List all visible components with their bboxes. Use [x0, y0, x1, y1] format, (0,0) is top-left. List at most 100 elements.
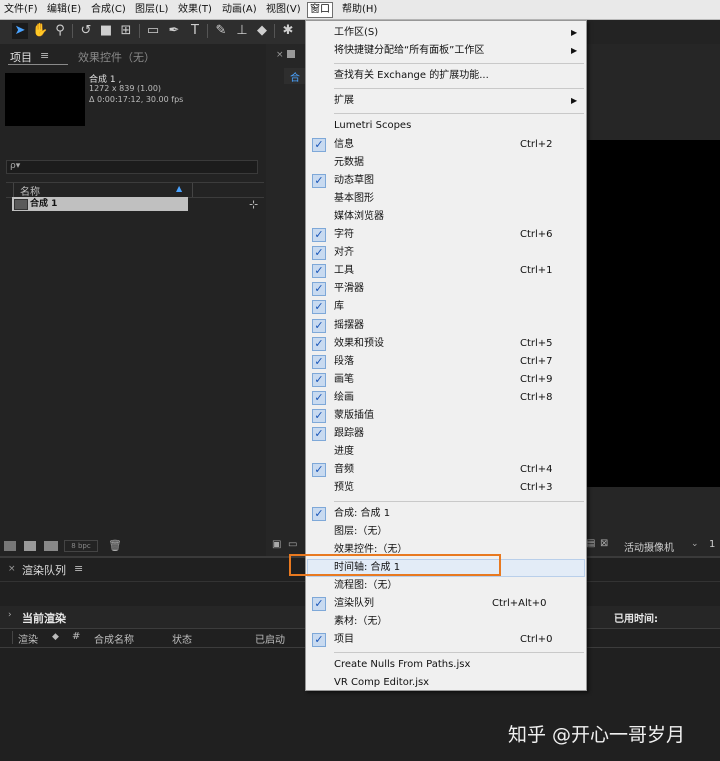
window-menu-item[interactable]: ✓ 对齐	[306, 244, 586, 262]
composition-canvas[interactable]	[584, 140, 720, 487]
window-menu-item-label: 段落	[334, 355, 354, 367]
window-menu-item[interactable]: ✓ 库	[306, 298, 586, 316]
camera-tool-icon[interactable]: ■	[98, 23, 114, 39]
view-count-select[interactable]: 1	[709, 539, 715, 550]
new-composition-icon[interactable]	[44, 541, 58, 551]
brush-tool-icon[interactable]: ✎	[213, 23, 229, 39]
chevron-right-icon[interactable]: ›	[8, 610, 12, 620]
window-menu-item[interactable]: ✓ 字符 Ctrl+6	[306, 226, 586, 244]
window-menu-item-label: 媒体浏览器	[334, 210, 384, 222]
window-menu-item[interactable]: ✓ 渲染队列 Ctrl+Alt+0	[306, 595, 586, 613]
menu-layer[interactable]: 图层(L)	[135, 3, 168, 17]
window-menu-item[interactable]: 流程图:（无）	[306, 577, 586, 595]
sort-ascending-icon[interactable]: ▲	[176, 184, 182, 193]
column-status[interactable]: 状态	[172, 631, 192, 646]
tools-toolbar: ⋮ ➤ ✋ ⚲ ↺ ■ ⊞ ▭ ✒ T ✎ ⊥ ◆ ✱	[0, 20, 310, 44]
panel-menu-icon[interactable]: ≡	[40, 49, 49, 62]
menu-view[interactable]: 视图(V)	[266, 3, 301, 17]
menu-effect[interactable]: 效果(T)	[178, 3, 212, 17]
pan-behind-tool-icon[interactable]: ⊞	[118, 23, 134, 39]
window-menu-item[interactable]: 素材:（无）	[306, 613, 586, 631]
project-item-row[interactable]: 合成 1	[12, 197, 188, 211]
window-menu-item[interactable]: ✓ 段落 Ctrl+7	[306, 353, 586, 371]
window-menu-item-label: 合成: 合成 1	[334, 507, 391, 519]
window-menu-item[interactable]: 基本图形	[306, 190, 586, 208]
menu-help[interactable]: 帮助(H)	[342, 3, 377, 17]
column-comp-name[interactable]: 合成名称	[94, 631, 134, 646]
show-channel-icon[interactable]: ▭	[288, 539, 297, 550]
window-menu-item[interactable]: VR Comp Editor.jsx	[306, 674, 586, 692]
check-icon: ✓	[312, 228, 326, 242]
window-menu-item[interactable]: ✓ 平滑器	[306, 280, 586, 298]
tab-project[interactable]: 项目	[10, 49, 32, 65]
window-menu-item[interactable]: Lumetri Scopes	[306, 117, 586, 135]
window-menu-item[interactable]: 工作区(S) ▶	[306, 24, 586, 42]
lock-icon[interactable]	[287, 50, 295, 58]
text-tool-icon[interactable]: T	[187, 23, 203, 39]
tab-composition[interactable]: 合	[284, 68, 306, 84]
window-menu-item-label: 平滑器	[334, 283, 364, 295]
window-menu-item[interactable]: 将快捷键分配给“所有面板”工作区 ▶	[306, 42, 586, 60]
rotate-tool-icon[interactable]: ↺	[78, 23, 94, 39]
window-menu-item[interactable]: ✓ 音频 Ctrl+4	[306, 461, 586, 479]
close-icon[interactable]: ×	[276, 50, 284, 60]
flowchart-icon[interactable]: ⊹	[249, 198, 258, 211]
window-menu-item[interactable]: Create Nulls From Paths.jsx	[306, 656, 586, 674]
grid-icon[interactable]: ▤	[586, 538, 595, 549]
window-menu-item[interactable]: ✓ 合成: 合成 1	[306, 505, 586, 523]
window-menu-item[interactable]: 媒体浏览器	[306, 208, 586, 226]
window-menu-item[interactable]: ✓ 动态草图	[306, 172, 586, 190]
check-icon: ✓	[312, 390, 326, 405]
tab-effect-controls[interactable]: 效果控件（无）	[78, 49, 155, 65]
window-menu-item[interactable]: ✓ 画笔 Ctrl+9	[306, 371, 586, 389]
window-menu-item[interactable]: 查找有关 Exchange 的扩展功能...	[306, 67, 586, 85]
window-menu-item[interactable]: ✓ 信息 Ctrl+2	[306, 136, 586, 154]
interpret-footage-icon[interactable]	[4, 541, 16, 551]
shortcut-label: Ctrl+4	[520, 464, 553, 476]
menu-window[interactable]: 窗口	[307, 2, 333, 18]
tab-render-queue[interactable]: 渲染队列	[22, 562, 66, 578]
snapshot-icon[interactable]: ▣	[272, 539, 281, 550]
window-menu-item[interactable]: 图层:（无）	[306, 523, 586, 541]
trash-icon[interactable]: 🗑	[108, 539, 122, 552]
menu-composition[interactable]: 合成(C)	[91, 3, 126, 17]
selection-tool-icon[interactable]: ➤	[12, 23, 28, 39]
menu-animation[interactable]: 动画(A)	[222, 3, 257, 17]
puppet-tool-icon[interactable]: ✱	[280, 23, 296, 39]
window-menu-item[interactable]: ✓ 项目 Ctrl+0	[306, 631, 586, 649]
region-icon[interactable]: ⊠	[600, 538, 608, 549]
zoom-tool-icon[interactable]: ⚲	[52, 23, 68, 39]
close-icon[interactable]: ×	[8, 564, 16, 574]
window-menu-item-label: 渲染队列	[334, 598, 374, 609]
window-menu-item[interactable]: ✓ 蒙版插值	[306, 407, 586, 425]
column-number[interactable]: #	[72, 631, 80, 642]
rectangle-tool-icon[interactable]: ▭	[145, 23, 161, 39]
panel-menu-icon[interactable]: ≡	[74, 562, 83, 575]
new-folder-icon[interactable]	[24, 541, 36, 551]
window-menu-item[interactable]: 元数据	[306, 154, 586, 172]
eraser-tool-icon[interactable]: ◆	[254, 23, 270, 39]
window-menu-item[interactable]: ✓ 工具 Ctrl+1	[306, 262, 586, 280]
column-name[interactable]: 名称	[20, 183, 40, 198]
window-menu-item[interactable]: ✓ 绘画 Ctrl+8	[306, 389, 586, 407]
window-menu-item[interactable]: ✓ 摇摆器	[306, 317, 586, 335]
window-menu-item-label: 项目	[334, 634, 354, 646]
watermark: 知乎 @开心一哥岁月	[508, 724, 686, 746]
bit-depth-button[interactable]: 8 bpc	[64, 540, 98, 552]
column-started[interactable]: 已启动	[255, 631, 285, 646]
pen-tool-icon[interactable]: ✒	[166, 23, 182, 39]
stamp-tool-icon[interactable]: ⊥	[234, 23, 250, 39]
tab-composition-label: 合	[290, 73, 300, 84]
window-menu-item[interactable]: 进度	[306, 443, 586, 461]
window-menu-item[interactable]: 扩展 ▶	[306, 92, 586, 110]
camera-view-select[interactable]: 活动摄像机	[624, 539, 674, 554]
window-menu-item[interactable]: 预览 Ctrl+3	[306, 479, 586, 497]
label-tag-icon[interactable]: ◆	[52, 632, 59, 642]
window-menu-item[interactable]: ✓ 效果和预设 Ctrl+5	[306, 335, 586, 353]
menu-file[interactable]: 文件(F)	[4, 3, 38, 17]
window-menu-item[interactable]: ✓ 跟踪器	[306, 425, 586, 443]
project-search-input[interactable]: ρ▾	[6, 160, 258, 174]
hand-tool-icon[interactable]: ✋	[32, 23, 48, 39]
column-render[interactable]: 渲染	[18, 631, 38, 646]
menu-edit[interactable]: 编辑(E)	[47, 3, 81, 17]
